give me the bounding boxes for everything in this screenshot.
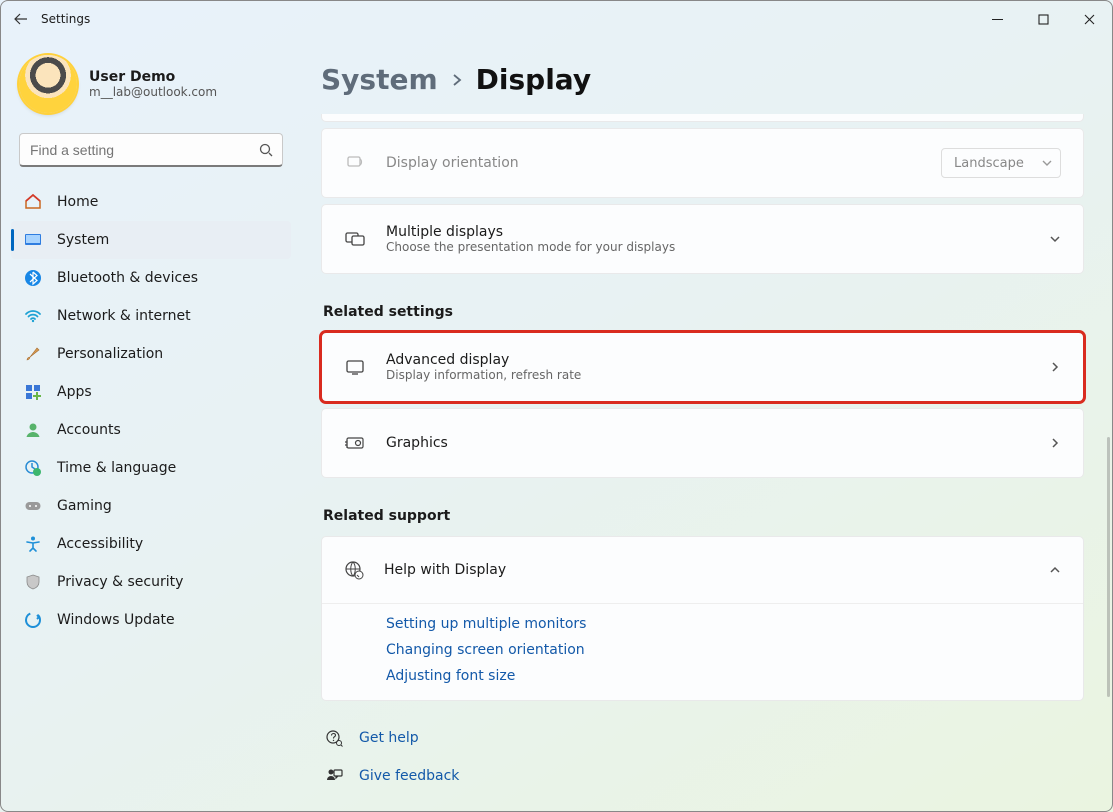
sidebar-item-label: System (57, 232, 109, 248)
search-icon (259, 143, 273, 157)
help-link-orientation[interactable]: Changing screen orientation (386, 642, 1061, 658)
row-title: Advanced display (386, 352, 581, 368)
chevron-right-icon (1049, 361, 1061, 373)
card-sliver (321, 114, 1084, 122)
monitor-icon (344, 357, 366, 377)
footer-link-label: Get help (359, 730, 419, 746)
setting-display-orientation: Display orientation Landscape (322, 129, 1083, 197)
user-block[interactable]: User Demo m__lab@outlook.com (11, 37, 291, 127)
wifi-icon (23, 306, 43, 326)
footer-link-label: Give feedback (359, 768, 459, 784)
chevron-down-icon (1049, 233, 1061, 245)
help-link-multiple-monitors[interactable]: Setting up multiple monitors (386, 616, 1061, 632)
orientation-icon (344, 153, 366, 173)
sidebar-item-label: Apps (57, 384, 92, 400)
search-input[interactable] (19, 133, 283, 167)
row-title: Graphics (386, 435, 448, 451)
help-icon (325, 729, 345, 747)
sidebar: User Demo m__lab@outlook.com Home System (1, 37, 301, 811)
title-bar: Settings (1, 1, 1112, 37)
window-minimize-button[interactable] (974, 1, 1020, 37)
breadcrumb: System Display (321, 37, 1084, 114)
section-related-settings: Related settings (321, 280, 1084, 332)
accessibility-icon (23, 534, 43, 554)
home-icon (23, 192, 43, 212)
help-link-font-size[interactable]: Adjusting font size (386, 668, 1061, 684)
get-help-link[interactable]: Get help (321, 719, 1084, 757)
sidebar-item-home[interactable]: Home (11, 183, 291, 221)
bluetooth-icon (23, 268, 43, 288)
give-feedback-link[interactable]: Give feedback (321, 757, 1084, 795)
sidebar-item-network[interactable]: Network & internet (11, 297, 291, 335)
user-email: m__lab@outlook.com (89, 85, 217, 99)
sidebar-item-label: Home (57, 194, 98, 210)
setting-advanced-display[interactable]: Advanced display Display information, re… (322, 333, 1083, 401)
sidebar-item-label: Accessibility (57, 536, 143, 552)
main-content: System Display Display orientation (301, 37, 1112, 811)
gpu-icon (344, 432, 366, 454)
person-icon (23, 420, 43, 440)
shield-icon (23, 572, 43, 592)
row-title: Multiple displays (386, 224, 675, 240)
select-value: Landscape (954, 156, 1024, 171)
row-title: Help with Display (384, 562, 506, 578)
orientation-select: Landscape (941, 148, 1061, 178)
window-close-button[interactable] (1066, 1, 1112, 37)
back-button[interactable] (1, 11, 41, 27)
sidebar-item-accounts[interactable]: Accounts (11, 411, 291, 449)
sidebar-item-privacy[interactable]: Privacy & security (11, 563, 291, 601)
user-name: User Demo (89, 69, 217, 85)
arrow-left-icon (13, 11, 29, 27)
minimize-icon (992, 14, 1003, 25)
system-icon (23, 230, 43, 250)
gamepad-icon (23, 496, 43, 516)
apps-icon (23, 382, 43, 402)
avatar (19, 55, 77, 113)
sidebar-item-bluetooth[interactable]: Bluetooth & devices (11, 259, 291, 297)
row-title: Display orientation (386, 155, 519, 171)
sidebar-item-label: Personalization (57, 346, 163, 362)
sidebar-item-time-language[interactable]: Time & language (11, 449, 291, 487)
setting-multiple-displays[interactable]: Multiple displays Choose the presentatio… (322, 205, 1083, 273)
sidebar-item-label: Network & internet (57, 308, 191, 324)
sidebar-item-label: Accounts (57, 422, 121, 438)
chevron-right-icon (450, 73, 464, 87)
clock-globe-icon (23, 458, 43, 478)
brush-icon (23, 344, 43, 364)
multiple-displays-icon (344, 228, 366, 250)
row-subtitle: Display information, refresh rate (386, 368, 581, 382)
maximize-icon (1038, 14, 1049, 25)
window-maximize-button[interactable] (1020, 1, 1066, 37)
close-icon (1084, 14, 1095, 25)
feedback-icon (325, 767, 345, 785)
help-header[interactable]: Help with Display (322, 537, 1083, 603)
setting-graphics[interactable]: Graphics (322, 409, 1083, 477)
page-title: Display (476, 63, 591, 96)
sidebar-item-label: Gaming (57, 498, 112, 514)
chevron-right-icon (1049, 437, 1061, 449)
globe-help-icon (344, 560, 364, 580)
sidebar-item-system[interactable]: System (11, 221, 291, 259)
chevron-up-icon (1049, 564, 1061, 576)
row-subtitle: Choose the presentation mode for your di… (386, 240, 675, 254)
sidebar-item-label: Privacy & security (57, 574, 183, 590)
sidebar-item-apps[interactable]: Apps (11, 373, 291, 411)
sidebar-item-label: Bluetooth & devices (57, 270, 198, 286)
section-related-support: Related support (321, 484, 1084, 536)
sidebar-item-personalization[interactable]: Personalization (11, 335, 291, 373)
sidebar-item-accessibility[interactable]: Accessibility (11, 525, 291, 563)
sidebar-item-gaming[interactable]: Gaming (11, 487, 291, 525)
app-title: Settings (41, 12, 90, 26)
sidebar-item-windows-update[interactable]: Windows Update (11, 601, 291, 639)
sidebar-item-label: Windows Update (57, 612, 175, 628)
scrollbar[interactable] (1107, 437, 1110, 697)
chevron-down-icon (1042, 158, 1052, 168)
update-icon (23, 610, 43, 630)
breadcrumb-root[interactable]: System (321, 63, 438, 96)
sidebar-item-label: Time & language (57, 460, 176, 476)
